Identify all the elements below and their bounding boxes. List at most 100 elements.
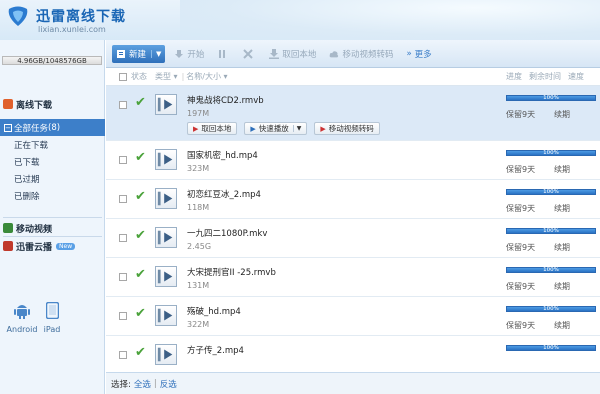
renew-link[interactable]: 续期 (554, 164, 570, 175)
offline-download-icon (3, 99, 13, 109)
select-label: 选择: (111, 379, 131, 390)
task-name[interactable]: 国家机密_hd.mp4 (187, 149, 258, 161)
renew-link[interactable]: 续期 (554, 242, 570, 253)
pause-icon (219, 49, 226, 58)
task-size: 323M (187, 164, 210, 173)
task-name[interactable]: 一九四二1080P.mkv (187, 227, 267, 239)
footer-separator: | (153, 378, 157, 389)
select-all-checkbox[interactable] (119, 72, 127, 81)
invert-selection-link[interactable]: 反选 (160, 378, 177, 390)
table-row[interactable]: ✔ 殇破_hd.mp4 322M 100% 保留9天 续期 (106, 297, 600, 336)
device-label: iPad (43, 325, 61, 334)
row-checkbox[interactable] (119, 312, 127, 320)
task-name[interactable]: 殇破_hd.mp4 (187, 305, 241, 317)
pause-button[interactable] (213, 45, 234, 63)
mobile-convert-button[interactable]: 移动视频转码 (325, 45, 397, 63)
row-checkbox[interactable] (119, 273, 127, 281)
sidebar-item-expired[interactable]: 已过期 (0, 170, 105, 187)
checkmark-icon: ✔ (135, 306, 146, 321)
mobile-convert-action[interactable]: ▶ 移动视频转码 (314, 122, 380, 135)
mobile-convert-action-label: 移动视频转码 (328, 124, 374, 133)
row-checkbox[interactable] (119, 351, 127, 359)
column-name-size-label: 名称/大小 (186, 72, 221, 81)
table-row[interactable]: ✔ 神鬼战将CD2.rmvb 197M 100% 保留9天 续期 ▶ 取回本地 ▶… (106, 86, 600, 141)
select-all-link[interactable]: 全选 (134, 378, 151, 390)
new-task-button[interactable]: 新建 ▼ (112, 44, 166, 63)
progress-text: 100% (543, 345, 559, 351)
sidebar-item-downloaded[interactable]: 已下载 (0, 153, 105, 170)
video-file-icon (155, 94, 177, 115)
keep-days: 保留9天 (506, 110, 536, 119)
sidebar-item-deleted[interactable]: 已删除 (0, 187, 105, 204)
renew-link[interactable]: 续期 (554, 281, 570, 292)
quick-play-action[interactable]: ▶ 快速播放 ▼ (244, 122, 308, 135)
task-name[interactable]: 初恋红豆冰_2.mp4 (187, 188, 261, 200)
fetch-local-label: 取回本地 (282, 49, 317, 60)
more-label: 更多 (414, 49, 432, 60)
collapse-icon: − (4, 123, 12, 132)
device-ipad[interactable]: iPad (32, 301, 72, 334)
progress-bar: 100% (506, 189, 596, 195)
progress-bar: 100% (506, 228, 596, 234)
column-remaining: 剩余时间 (529, 72, 561, 81)
brand-title: 迅雷离线下载 (36, 9, 126, 25)
sidebar-cloud-label: 迅雷云播 (16, 242, 53, 253)
column-header: 状态 类型 ▾ | 名称/大小 ▾ 进度 剩余时间 速度 (106, 68, 600, 86)
sidebar-item-label: 已下载 (14, 157, 40, 168)
video-file-icon (155, 227, 177, 248)
table-row[interactable]: ✔ 大宋提刑官II -25.rmvb 131M 100% 保留9天 续期 (106, 258, 600, 297)
column-name-size[interactable]: 名称/大小 ▾ (186, 71, 227, 82)
quick-play-action-label: 快速播放 (258, 124, 289, 133)
table-row[interactable]: ✔ 方子传_2.mp4 100% (106, 336, 600, 372)
task-size: 118M (187, 203, 210, 212)
start-button[interactable]: 开始 (170, 45, 208, 63)
row-checkbox[interactable] (119, 101, 127, 109)
task-name[interactable]: 大宋提刑官II -25.rmvb (187, 266, 276, 278)
header-background (180, 0, 600, 40)
sidebar-item-label: 正在下载 (14, 140, 49, 151)
renew-link[interactable]: 续期 (554, 320, 570, 331)
start-label: 开始 (187, 49, 205, 60)
more-button[interactable]: » 更多 (402, 45, 435, 63)
mobile-convert-label: 移动视频转码 (342, 49, 394, 60)
checkmark-icon: ✔ (135, 267, 146, 282)
sidebar-item-downloading[interactable]: 正在下载 (0, 136, 105, 153)
table-row[interactable]: ✔ 国家机密_hd.mp4 323M 100% 保留9天 续期 (106, 141, 600, 180)
android-icon (14, 305, 30, 319)
progress-text: 100% (543, 306, 559, 312)
chevron-down-icon[interactable]: ▼ (292, 125, 301, 132)
row-checkbox[interactable] (119, 156, 127, 164)
sidebar-cloud-play[interactable]: 迅雷云播 New (0, 236, 105, 256)
row-checkbox[interactable] (119, 195, 127, 203)
column-progress: 进度 (506, 72, 522, 81)
row-actions: ▶ 取回本地 ▶ 快速播放 ▼ ▶ 移动视频转码 (187, 122, 387, 135)
app-header: 迅雷离线下载 lixian.xunlei.com (0, 0, 600, 40)
fetch-local-button[interactable]: 取回本地 (265, 45, 320, 63)
checkmark-icon: ✔ (135, 95, 146, 110)
task-name[interactable]: 神鬼战将CD2.rmvb (187, 94, 264, 106)
sidebar-item-all-tasks[interactable]: − 全部任务 (8) (0, 119, 105, 136)
delete-button[interactable] (239, 45, 260, 63)
table-row[interactable]: ✔ 一九四二1080P.mkv 2.45G 100% 保留9天 续期 (106, 219, 600, 258)
sidebar-offline-header[interactable]: 离线下载 (0, 94, 105, 114)
keep-days: 保留9天 (506, 321, 536, 330)
arrow-icon: ▶ (193, 124, 199, 133)
renew-link[interactable]: 续期 (554, 203, 570, 214)
task-name[interactable]: 方子传_2.mp4 (187, 344, 244, 356)
mobile-video-icon (3, 223, 13, 233)
progress-bar: 100% (506, 95, 596, 101)
column-type[interactable]: 类型 ▾ (155, 71, 178, 82)
fetch-local-action[interactable]: ▶ 取回本地 (187, 122, 238, 135)
sidebar-mobile-video[interactable]: 移动视频 (0, 218, 105, 238)
video-file-icon (155, 149, 177, 170)
table-row[interactable]: ✔ 初恋红豆冰_2.mp4 118M 100% 保留9天 续期 (106, 180, 600, 219)
keep-days: 保留9天 (506, 204, 536, 213)
task-size: 2.45G (187, 242, 212, 251)
chevron-down-icon[interactable]: ▼ (151, 49, 161, 58)
progress-text: 100% (543, 189, 559, 195)
new-task-icon (117, 49, 125, 58)
video-file-icon (155, 344, 177, 365)
download-arrow-icon (175, 49, 184, 58)
row-checkbox[interactable] (119, 234, 127, 242)
renew-link[interactable]: 续期 (554, 109, 570, 120)
